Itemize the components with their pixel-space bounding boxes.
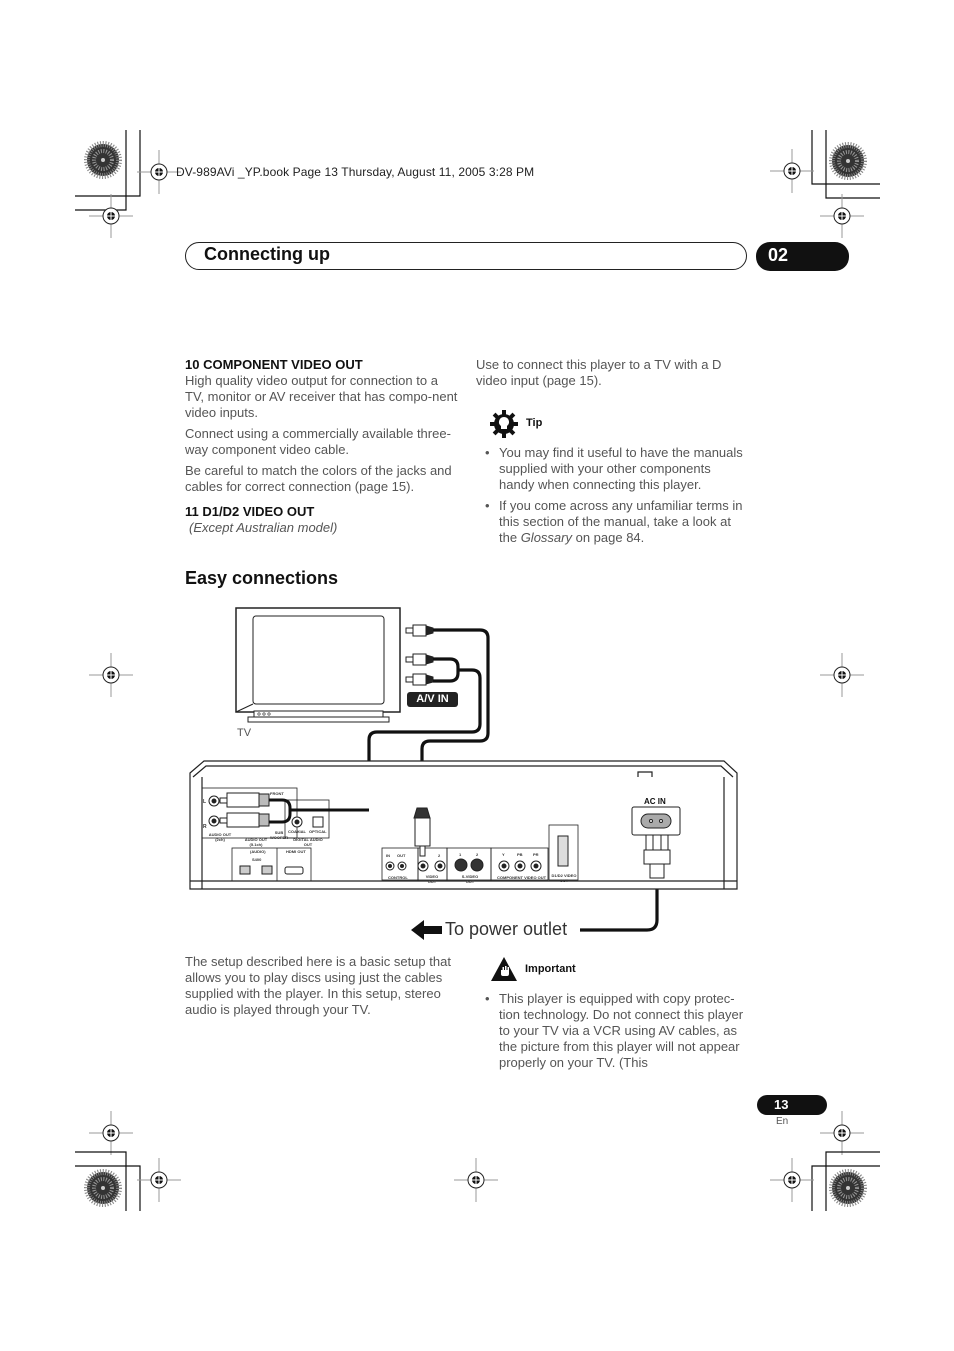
label-s-video-2: 2 [476, 852, 479, 857]
label-i-link-audio: (AUDIO) [250, 849, 266, 854]
setup-description: The setup described here is a basic setu… [185, 954, 451, 1017]
jack-label-l: L [203, 799, 207, 805]
label-control-in: IN [386, 853, 390, 858]
label-hdmi-out: HDMI OUT [286, 849, 306, 854]
label-video-out: VIDEO OUT [425, 874, 439, 884]
ac-in-label: AC IN [644, 797, 666, 806]
label-video-out-2: 2 [438, 853, 441, 858]
label-control-out: OUT [397, 853, 406, 858]
tv-illustration [235, 607, 401, 723]
label-sub-woofer: SUB WOOFER [270, 830, 288, 840]
label-component-video-out: COMPONENT VIDEO OUT [497, 875, 547, 880]
jack-label-r: R [203, 824, 207, 830]
label-control: CONTROL [388, 875, 408, 880]
label-s400: S400 [252, 857, 262, 862]
label-d1d2-video-out: D1/D2 VIDEO OUT [551, 873, 577, 883]
label-pb: PB [517, 852, 523, 857]
label-optical: OPTICAL [309, 829, 327, 834]
av-in-badge: A/V IN [407, 692, 458, 707]
important-list: This player is equipped with copy protec… [485, 991, 747, 1076]
label-front: FRONT [270, 791, 284, 796]
label-s-video-1: 1 [459, 852, 462, 857]
page-number-badge [757, 1095, 827, 1115]
rca-plug-video-tv [405, 624, 434, 637]
label-audio-out-51ch: AUDIO OUT (5.1ch) [244, 837, 268, 847]
label-digital-audio-out: DIGITAL AUDIO OUT [293, 837, 323, 847]
label-s-video-out: S-VIDEO OUT [461, 874, 479, 884]
page-number: 13 [774, 1097, 789, 1112]
label-pr: PR [533, 852, 539, 857]
warning-hand-icon [491, 957, 517, 981]
rca-plug-audio-r-tv [405, 673, 434, 686]
important-bullet: This player is equipped with copy protec… [485, 991, 747, 1071]
tv-label: TV [237, 727, 252, 739]
rca-plug-audio-l-tv [405, 653, 434, 666]
label-coaxial: COAXIAL [288, 829, 306, 834]
label-audio-out-2ch: AUDIO OUT (2ch) [208, 832, 232, 842]
power-outlet-label: To power outlet [445, 919, 568, 939]
language-code: En [776, 1116, 789, 1127]
arrow-left-icon [411, 920, 442, 940]
label-y: Y [502, 852, 505, 857]
connection-diagram [189, 607, 738, 940]
important-label: Important [525, 963, 576, 975]
